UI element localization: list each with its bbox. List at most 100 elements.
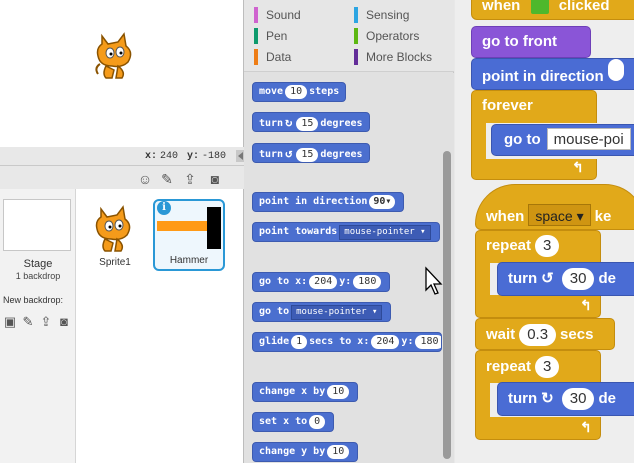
point-in-direction-block[interactable]: point in direction [471, 58, 634, 90]
block-text: secs to x: [309, 336, 370, 347]
new-backdrop-label: New backdrop: [3, 295, 64, 305]
block-text: set x to [259, 416, 308, 427]
target-dropdown[interactable]: mouse-poi [546, 128, 631, 150]
loop-arrow-icon: ↰ [572, 159, 584, 175]
block-text: de [598, 270, 616, 287]
go-to-xy-block[interactable]: go to x: 204 y: 180 [252, 272, 391, 292]
rotate-counterclockwise-icon: ↺ [285, 146, 293, 160]
rotate-clockwise-icon: ↻ [285, 115, 293, 129]
upload-sprite-icon[interactable]: ⇪ [182, 171, 198, 187]
block-text: y: [401, 336, 414, 347]
turn-left-block[interactable]: turn ↺ 15 degrees [252, 143, 370, 163]
choose-sprite-from-library-icon[interactable]: ☺ [137, 171, 153, 187]
target-dropdown[interactable]: mouse-pointer ▾ [291, 305, 383, 320]
go-to-block[interactable]: go to mouse-pointer ▾ [252, 302, 392, 322]
repeat-count-input[interactable]: 3 [535, 356, 560, 378]
block-text: clicked [558, 0, 610, 14]
block-text: degrees [320, 118, 363, 129]
glide-block[interactable]: glide 1 secs to x: 204 y: 180 [252, 332, 442, 352]
paint-backdrop-icon[interactable]: ✎ [20, 314, 36, 330]
category-data[interactable]: Data [254, 49, 291, 65]
point-in-direction-block[interactable]: point in direction 90▾ [252, 192, 405, 212]
x-value-input[interactable]: 0 [309, 415, 326, 429]
block-text: turn [259, 149, 284, 160]
move-steps-block[interactable]: move 10 steps [252, 82, 347, 102]
category-more-blocks[interactable]: More Blocks [354, 49, 432, 65]
category-sensing[interactable]: Sensing [354, 7, 409, 23]
y-input[interactable]: 180 [415, 335, 441, 349]
loop-arrow-icon: ↰ [580, 419, 592, 435]
block-text: ke [594, 208, 612, 225]
block-text: point in direction [259, 196, 368, 207]
block-text: when [482, 0, 521, 14]
block-text: turn [259, 118, 284, 129]
degrees-input[interactable]: 30 [561, 388, 595, 410]
upload-backdrop-icon[interactable]: ⇪ [38, 314, 54, 330]
block-text: point towards [259, 226, 338, 237]
wait-seconds-input[interactable]: 0.3 [519, 324, 557, 346]
scratch-editor: x: 240 y: -180 ☺ ✎ ⇪ ◙ Stage 1 backdrop … [0, 0, 634, 463]
when-key-pressed-hat[interactable]: when space ▾ ke [475, 184, 634, 230]
when-flag-clicked-hat[interactable]: when clicked [471, 0, 634, 20]
scripts-area[interactable]: when clicked go to front point in direct… [455, 0, 634, 463]
block-text: de [598, 390, 616, 407]
y-input[interactable]: 180 [353, 275, 382, 289]
stage-thumbnail[interactable] [3, 199, 71, 251]
direction-input[interactable] [607, 59, 624, 81]
stage-label: Stage [23, 258, 53, 270]
camera-icon[interactable]: ◙ [207, 171, 223, 187]
block-text: forever [482, 97, 533, 114]
turn-left-block[interactable]: turn ↺ 30 de [497, 262, 634, 296]
x-input[interactable]: 204 [309, 275, 338, 289]
secs-input[interactable]: 1 [291, 335, 308, 349]
steps-input[interactable]: 10 [285, 85, 308, 99]
x-label: x: [145, 151, 158, 162]
block-text: y: [339, 276, 352, 287]
sprite-thumbnail-sprite1[interactable]: Sprite1 [79, 199, 151, 271]
go-to-mouse-pointer-block[interactable]: go to mouse-poi [491, 124, 634, 156]
direction-dropdown[interactable]: 90▾ [369, 195, 396, 209]
stage-column: Stage 1 backdrop New backdrop: ▣ ✎ ⇪ ◙ [0, 189, 76, 463]
x-amount-input[interactable]: 10 [327, 385, 350, 399]
go-to-front-block[interactable]: go to front [471, 26, 591, 58]
key-dropdown[interactable]: space ▾ [528, 204, 591, 226]
category-list: Sound Sensing Pen Operators Data More Bl… [244, 0, 454, 72]
block-text: change y by [259, 446, 326, 457]
y-label: y: [187, 151, 200, 162]
degrees-input[interactable]: 30 [561, 268, 595, 290]
rotate-clockwise-icon: ↻ [541, 390, 554, 407]
change-y-block[interactable]: change y by 10 [252, 442, 359, 462]
block-text: wait [486, 326, 516, 343]
stage-canvas[interactable] [0, 0, 244, 147]
sprite-name: Sprite1 [99, 257, 131, 268]
category-pen[interactable]: Pen [254, 28, 287, 44]
green-flag-icon [530, 0, 549, 15]
degrees-input[interactable]: 15 [296, 148, 319, 162]
repeat-count-input[interactable]: 3 [535, 235, 560, 257]
block-palette: Sound Sensing Pen Operators Data More Bl… [244, 0, 454, 463]
hammer-thumbnail-icon [157, 207, 221, 249]
change-x-block[interactable]: change x by 10 [252, 382, 359, 402]
degrees-input[interactable]: 15 [296, 117, 319, 131]
category-sound[interactable]: Sound [254, 7, 301, 23]
target-dropdown[interactable]: mouse-pointer ▾ [339, 225, 431, 240]
rotate-counterclockwise-icon: ↺ [541, 270, 554, 287]
turn-right-block[interactable]: turn ↻ 15 degrees [252, 112, 370, 132]
paint-new-sprite-icon[interactable]: ✎ [159, 171, 175, 187]
set-x-block[interactable]: set x to 0 [252, 412, 335, 432]
cat-sprite-on-stage[interactable] [92, 30, 138, 82]
y-amount-input[interactable]: 10 [327, 445, 350, 459]
point-towards-block[interactable]: point towards mouse-pointer ▾ [252, 222, 440, 242]
backdrop-camera-icon[interactable]: ◙ [56, 314, 72, 330]
palette-scrollbar[interactable] [443, 151, 451, 459]
backdrop-library-icon[interactable]: ▣ [2, 314, 18, 330]
block-text: degrees [320, 149, 363, 160]
sprite-thumbnail-hammer[interactable]: i Hammer [153, 199, 225, 271]
wait-secs-block[interactable]: wait 0.3 secs [475, 318, 615, 350]
loop-arrow-icon: ↰ [580, 297, 592, 313]
turn-right-block[interactable]: turn ↻ 30 de [497, 382, 634, 416]
category-operators[interactable]: Operators [354, 28, 419, 44]
x-input[interactable]: 204 [371, 335, 400, 349]
sprite-name: Hammer [169, 255, 209, 266]
block-text: steps [309, 86, 340, 97]
